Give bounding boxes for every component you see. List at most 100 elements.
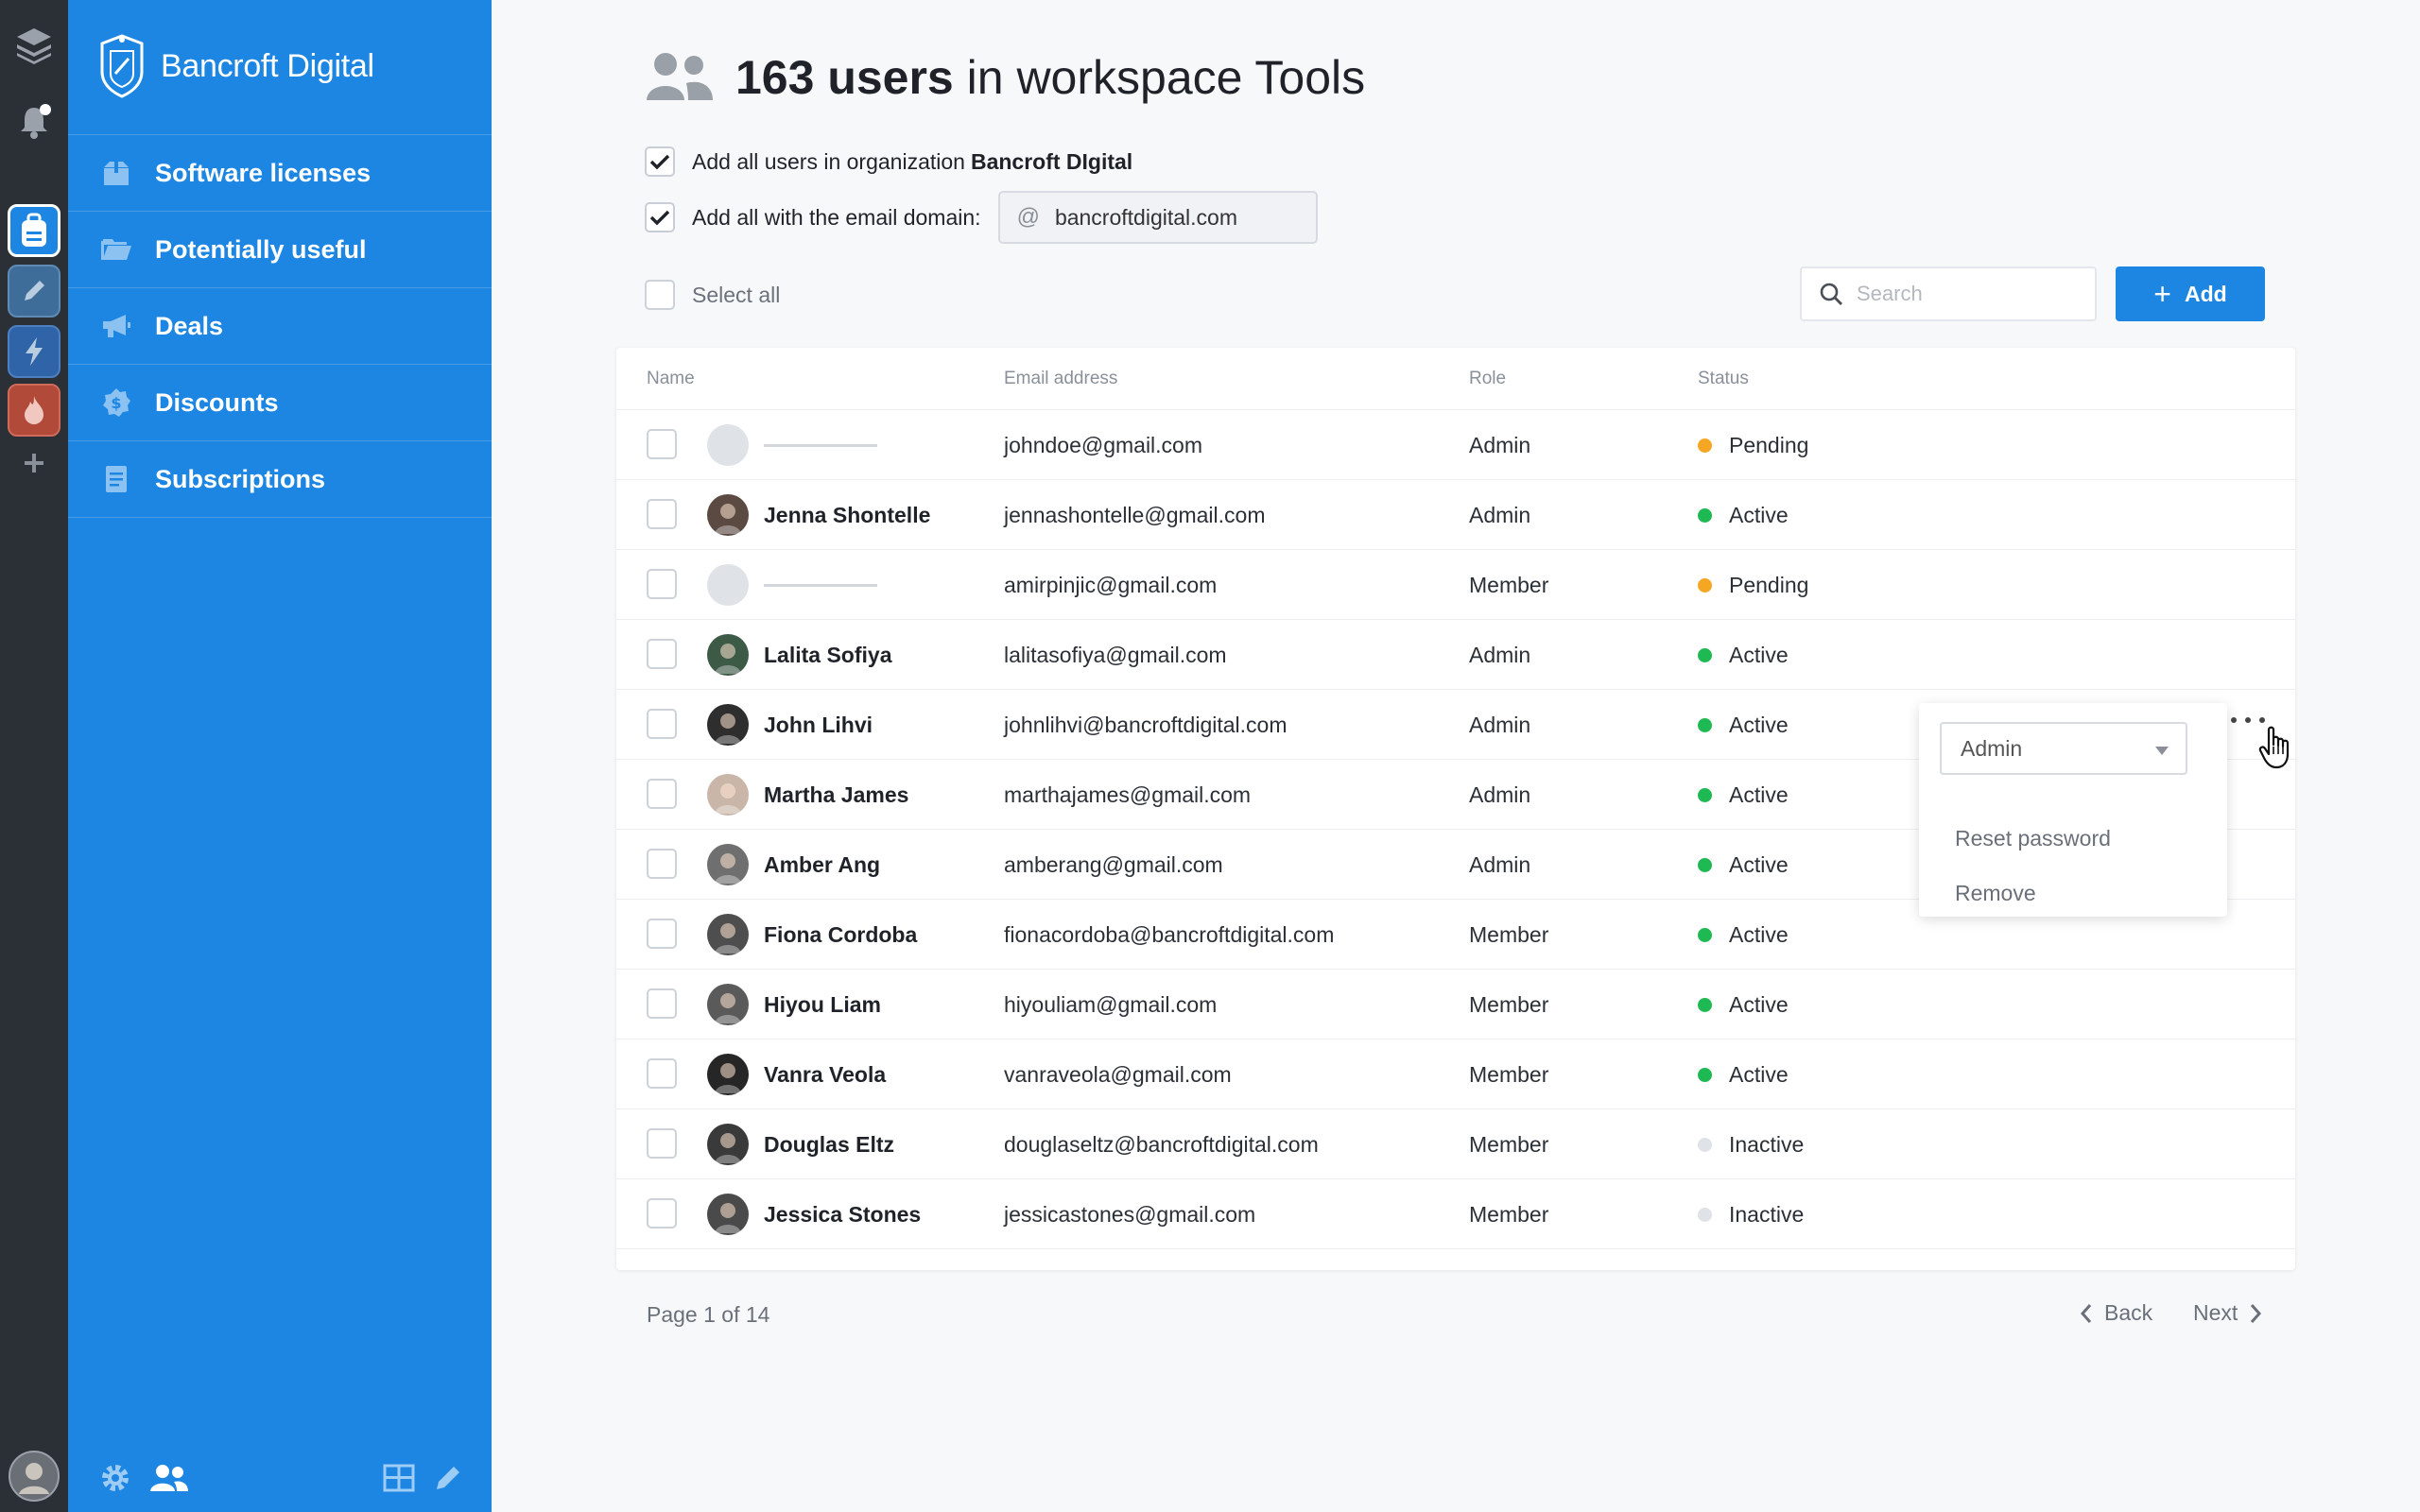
select-all[interactable]: Select all: [645, 280, 780, 310]
users-icon[interactable]: [147, 1461, 191, 1495]
row-checkbox[interactable]: [647, 1128, 677, 1159]
table-row[interactable]: johndoe@gmail.com Admin Pending: [616, 410, 2295, 480]
row-checkbox[interactable]: [647, 779, 677, 809]
user-role: Admin: [1469, 852, 1531, 877]
row-checkbox[interactable]: [647, 709, 677, 739]
column-status[interactable]: Status: [1698, 369, 1749, 389]
sidebar-item-potentially-useful[interactable]: Potentially useful: [68, 212, 492, 288]
user-role: Admin: [1469, 782, 1531, 807]
table-row[interactable]: Vanra Veola vanraveola@gmail.com Member Act…: [616, 1040, 2295, 1109]
status-badge: Active: [1698, 992, 1789, 1018]
remove-item[interactable]: Remove: [1955, 881, 2036, 906]
user-role: Member: [1469, 1202, 1549, 1227]
user-email: johndoe@gmail.com: [1004, 433, 1203, 457]
role-select[interactable]: Admin: [1940, 722, 2187, 775]
sidebar-item-deals[interactable]: Deals: [68, 288, 492, 365]
select-all-checkbox[interactable]: [645, 280, 675, 310]
row-checkbox[interactable]: [647, 429, 677, 459]
reset-password-item[interactable]: Reset password: [1955, 826, 2111, 851]
option-add-org: Add all users in organization Bancroft D…: [645, 146, 1132, 177]
page-header: 163 users in workspace Tools: [645, 49, 1365, 106]
status-dot-icon: [1698, 508, 1712, 523]
table-row[interactable]: Jessica Stones jessicastones@gmail.com Mem…: [616, 1179, 2295, 1249]
row-checkbox[interactable]: [647, 1058, 677, 1089]
user-name: Vanra Veola: [764, 1062, 887, 1087]
edit-icon[interactable]: [429, 1461, 467, 1495]
users-group-icon: [647, 53, 713, 100]
chevron-left-icon: [2080, 1303, 2092, 1323]
sidebar-item-subscriptions[interactable]: Subscriptions: [68, 441, 492, 518]
flame-icon[interactable]: [8, 384, 60, 437]
pencil-icon[interactable]: [8, 265, 60, 318]
table-row[interactable]: Lalita Sofiya lalitasofiya@gmail.com Admin…: [616, 620, 2295, 690]
user-role: Member: [1469, 992, 1549, 1017]
column-role[interactable]: Role: [1469, 369, 1506, 389]
user-role: Admin: [1469, 503, 1531, 527]
search-input[interactable]: Search: [1800, 266, 2097, 321]
org-label: Add all users in organization: [692, 148, 965, 174]
dollar-badge-icon: $: [100, 387, 132, 419]
status-dot-icon: [1698, 788, 1712, 802]
add-label: Add: [2184, 281, 2227, 306]
row-action-menu: Admin Reset password Remove: [1919, 703, 2227, 917]
box-icon: [100, 157, 132, 189]
row-checkbox[interactable]: [647, 1198, 677, 1228]
org-checkbox[interactable]: [645, 146, 675, 177]
sidebar-item-software-licenses[interactable]: Software licenses: [68, 135, 492, 212]
plus-icon: +: [2153, 277, 2171, 311]
gear-icon[interactable]: [96, 1461, 134, 1495]
row-checkbox[interactable]: [647, 639, 677, 669]
svg-text:$: $: [111, 394, 121, 412]
status-badge: Active: [1698, 922, 1789, 948]
user-name: Fiona Cordoba: [764, 922, 918, 947]
domain-label: Add all with the email domain:: [692, 204, 981, 230]
user-email: jessicastones@gmail.com: [1004, 1202, 1256, 1227]
row-checkbox[interactable]: [647, 569, 677, 599]
avatar-placeholder: [707, 564, 749, 606]
workspace-label: in workspace Tools: [953, 51, 1366, 104]
next-button[interactable]: Next: [2193, 1300, 2262, 1326]
status-label: Active: [1729, 643, 1789, 667]
role-select-value: Admin: [1961, 735, 2023, 761]
column-email[interactable]: Email address: [1004, 369, 1117, 389]
status-dot-icon: [1698, 648, 1712, 662]
status-badge: Active: [1698, 713, 1789, 738]
user-role: Admin: [1469, 643, 1531, 667]
plus-icon[interactable]: [8, 437, 60, 490]
table-row[interactable]: amirpinjic@gmail.com Member Pending: [616, 550, 2295, 620]
user-email: vanraveola@gmail.com: [1004, 1062, 1232, 1087]
table-row[interactable]: Douglas Eltz douglaseltz@bancroftdigital.…: [616, 1109, 2295, 1179]
sidebar-item-discounts[interactable]: $ Discounts: [68, 365, 492, 441]
name-placeholder: [764, 444, 877, 447]
row-checkbox[interactable]: [647, 919, 677, 949]
table-row[interactable]: Jenna Shontelle jennashontelle@gmail.com A…: [616, 480, 2295, 550]
status-badge: Inactive: [1698, 1132, 1804, 1158]
row-checkbox[interactable]: [647, 499, 677, 529]
user-name: Lalita Sofiya: [764, 643, 892, 667]
backpack-icon[interactable]: [8, 204, 60, 257]
table-row[interactable]: Hiyou Liam hiyouliam@gmail.com Member Activ…: [616, 970, 2295, 1040]
column-name[interactable]: Name: [647, 369, 695, 389]
status-badge: Pending: [1698, 433, 1808, 458]
add-button[interactable]: + Add: [2116, 266, 2265, 321]
megaphone-icon: [100, 310, 132, 342]
search-placeholder: Search: [1857, 282, 1923, 305]
back-button[interactable]: Back: [2080, 1300, 2152, 1326]
user-email: amberang@gmail.com: [1004, 852, 1223, 877]
user-avatar[interactable]: [8, 1450, 60, 1503]
layers-icon[interactable]: [8, 19, 60, 72]
brand[interactable]: Bancroft Digital: [96, 28, 374, 104]
bell-icon[interactable]: [8, 94, 60, 147]
row-checkbox[interactable]: [647, 849, 677, 879]
domain-checkbox[interactable]: [645, 202, 675, 232]
grid-icon[interactable]: [380, 1461, 418, 1495]
status-label: Pending: [1729, 433, 1809, 457]
status-badge: Inactive: [1698, 1202, 1804, 1228]
user-role: Member: [1469, 922, 1549, 947]
status-badge: Active: [1698, 643, 1789, 668]
domain-input[interactable]: @ bancroftdigital.com: [997, 191, 1318, 244]
lightning-icon[interactable]: [8, 325, 60, 378]
row-checkbox[interactable]: [647, 988, 677, 1019]
status-badge: Active: [1698, 1062, 1789, 1088]
user-email: jennashontelle@gmail.com: [1004, 503, 1266, 527]
